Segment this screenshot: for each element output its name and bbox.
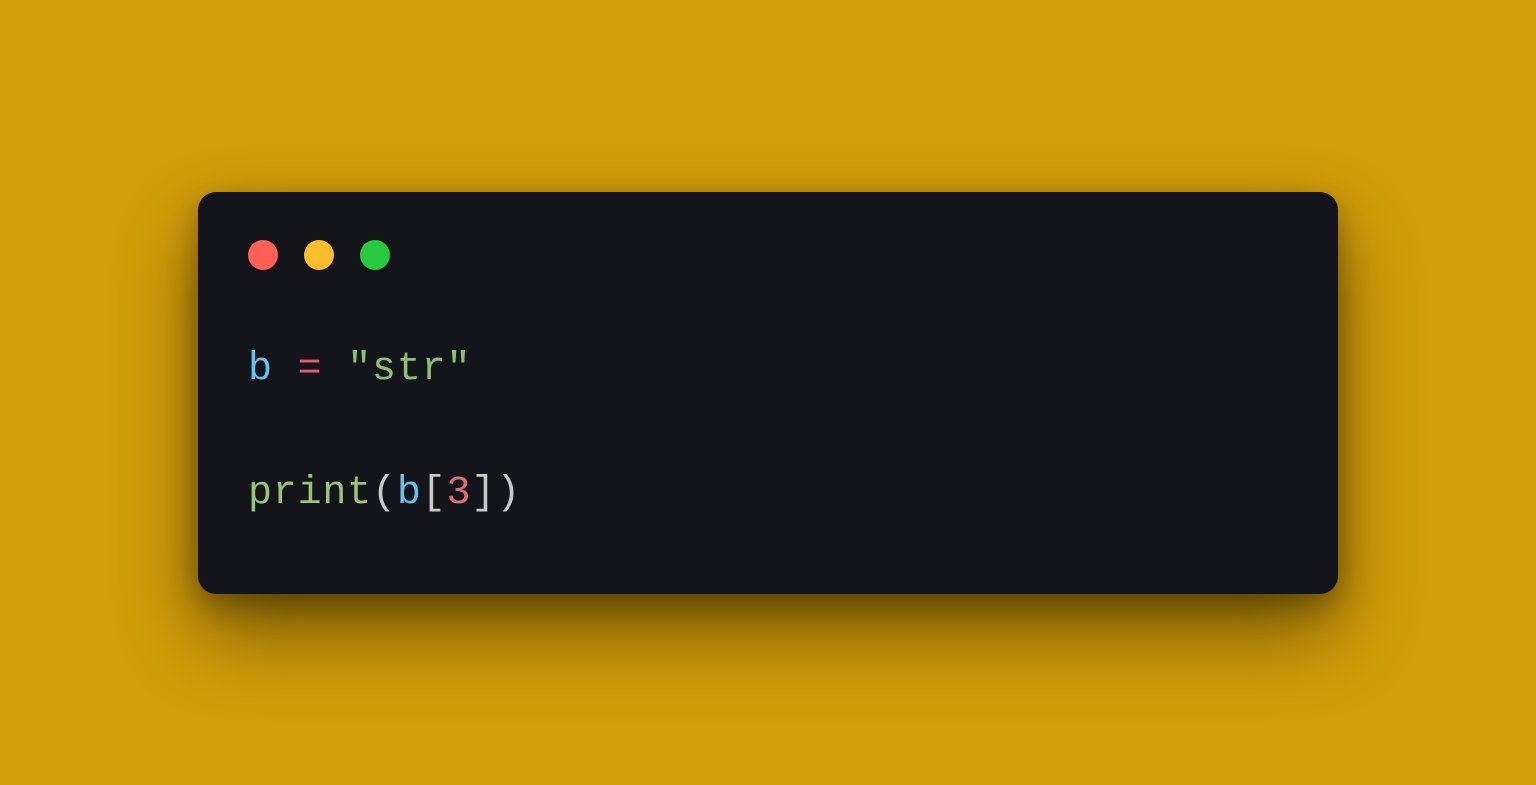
code-content: b = "str" print(b[3]) (248, 340, 1288, 524)
code-line-1: b = "str" (248, 340, 1288, 400)
token-number: 3 (446, 471, 471, 516)
minimize-icon[interactable] (304, 240, 334, 270)
token-bracket: [ (422, 471, 447, 516)
traffic-lights (248, 240, 1288, 270)
token-string: "str" (347, 347, 471, 392)
code-line-2: print(b[3]) (248, 464, 1288, 524)
token-paren: ( (372, 471, 397, 516)
close-icon[interactable] (248, 240, 278, 270)
token-variable: b (397, 471, 422, 516)
token-function: print (248, 471, 372, 516)
token-bracket: ] (471, 471, 496, 516)
token-space (273, 347, 298, 392)
token-paren: ) (496, 471, 521, 516)
maximize-icon[interactable] (360, 240, 390, 270)
token-operator: = (298, 347, 323, 392)
code-window: b = "str" print(b[3]) (198, 192, 1338, 594)
token-variable: b (248, 347, 273, 392)
token-space (322, 347, 347, 392)
